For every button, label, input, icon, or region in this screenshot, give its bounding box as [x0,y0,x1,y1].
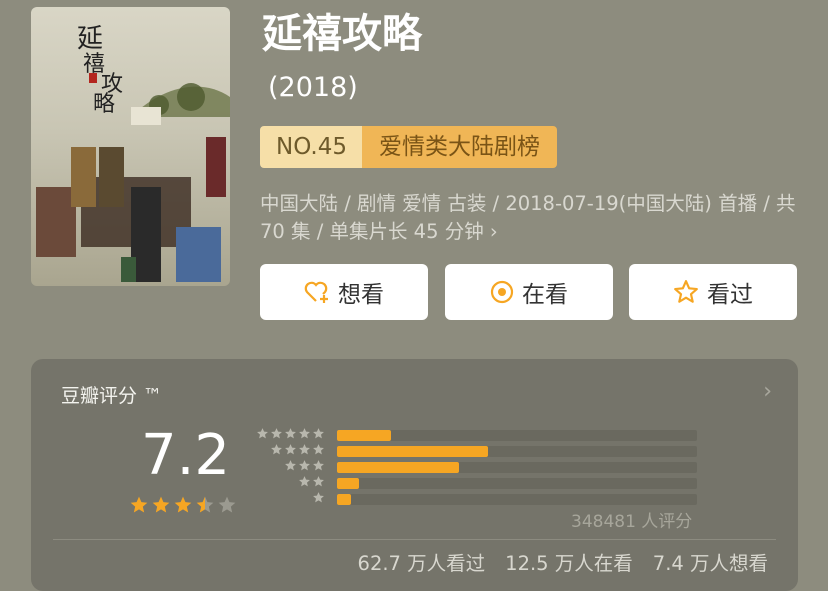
rating-row-2-star [255,475,715,491]
small-star-icon [313,492,324,503]
rating-star-icon [174,496,192,513]
want-to-watch-button[interactable]: 想看 [260,264,428,320]
rating-bar-fill [337,430,391,441]
watched-count: 62.7 万人看过 [357,552,486,575]
rank-number: NO.45 [260,126,362,168]
rating-bar-track [337,430,697,441]
small-star-icon [299,428,310,439]
heart-plus-icon [304,281,328,303]
small-star-icon [285,444,296,455]
small-star-icon [313,476,324,487]
small-star-icon [285,460,296,471]
chevron-right-icon[interactable]: › [763,379,772,404]
poster-image[interactable]: 延 禧 攻 略 [31,7,230,286]
rating-source-label: 豆瓣评分 ™ [61,385,163,407]
watched-label: 看过 [707,282,753,308]
svg-text:延: 延 [77,24,103,54]
poster-art: 延 禧 攻 略 [36,24,230,282]
rating-bar-track [337,462,697,473]
row-stars [298,475,325,488]
rank-badge[interactable]: NO.45 爱情类大陆剧榜 [260,126,557,168]
rating-star-icon [152,496,170,513]
rating-bar-track [337,446,697,457]
rating-bar-track [337,478,697,489]
small-star-icon [313,428,324,439]
small-star-icon [299,460,310,471]
rating-bar-fill [337,462,460,473]
watching-button[interactable]: 在看 [445,264,613,320]
star-outline-icon [674,280,698,303]
row-stars [256,427,325,440]
small-star-icon [271,428,282,439]
rating-score: 7.2 [141,423,231,488]
small-star-icon [257,428,268,439]
rank-list-name: 爱情类大陆剧榜 [361,126,557,168]
rating-row-3-star [255,459,715,475]
rating-bar-fill [337,478,359,489]
rating-star-icon [196,496,214,513]
watching-eye-icon [490,280,514,304]
want-label: 想看 [338,282,384,308]
rating-card[interactable]: 豆瓣评分 ™ › 7.2 348481 人评分 62.7 万人看过 12.5 万… [31,359,798,591]
small-star-icon [299,444,310,455]
rating-count: 348481 人评分 [571,512,693,532]
watching-count: 12.5 万人在看 [505,552,633,575]
svg-text:略: 略 [93,92,115,117]
small-star-icon [313,444,324,455]
rating-row-4-star [255,443,715,459]
row-stars [270,443,325,456]
watched-button[interactable]: 看过 [629,264,797,320]
rating-row-5-star [255,427,715,443]
score-stars [129,495,237,515]
rating-star-icon [218,496,236,513]
small-star-icon [299,476,310,487]
row-stars [284,459,325,472]
rating-star-icon [130,496,148,513]
release-year: (2018) [268,72,358,103]
watching-label: 在看 [522,282,568,308]
rating-bar-track [337,494,697,505]
show-title: 延禧攻略 [262,11,422,57]
small-star-icon [271,444,282,455]
want-count: 7.4 万人想看 [652,552,768,575]
divider [53,539,776,540]
small-star-icon [313,460,324,471]
rating-bar-fill [337,494,352,505]
audience-stats: 62.7 万人看过 12.5 万人在看 7.4 万人想看 [358,547,768,576]
show-meta-info[interactable]: 中国大陆 / 剧情 爱情 古装 / 2018-07-19(中国大陆) 首播 / … [260,190,800,246]
rating-bar-fill [337,446,489,457]
rating-row-1-star [255,491,715,507]
small-star-icon [285,428,296,439]
row-stars [312,491,325,504]
